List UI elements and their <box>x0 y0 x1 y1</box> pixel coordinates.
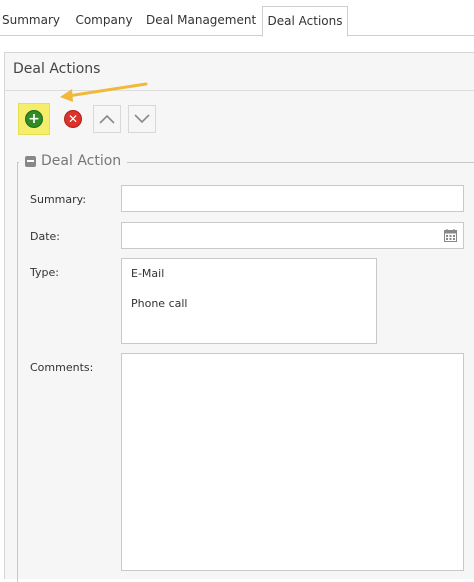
comments-textarea[interactable] <box>121 353 464 571</box>
deal-actions-panel: Deal Actions + ✕ Deal Action Summary: Da… <box>4 52 474 582</box>
type-option-phone-call[interactable]: Phone call <box>131 297 367 327</box>
chevron-up-icon <box>99 114 115 124</box>
collapse-icon[interactable] <box>25 155 36 167</box>
delete-button[interactable]: ✕ <box>59 105 87 133</box>
x-circle-icon: ✕ <box>64 110 82 128</box>
legend-label: Deal Action <box>41 153 122 169</box>
summary-input[interactable] <box>121 185 464 212</box>
comments-label: Comments: <box>30 361 94 374</box>
chevron-down-icon <box>134 114 150 124</box>
tab-summary[interactable]: Summary <box>0 6 62 36</box>
date-input[interactable] <box>121 222 464 249</box>
type-option-email[interactable]: E-Mail <box>131 267 367 297</box>
move-up-button[interactable] <box>93 105 121 133</box>
move-down-button[interactable] <box>128 105 156 133</box>
panel-title: Deal Actions <box>13 61 101 77</box>
type-label: Type: <box>30 266 59 279</box>
plus-circle-icon: + <box>25 110 43 128</box>
summary-label: Summary: <box>30 193 87 206</box>
date-label: Date: <box>30 230 60 243</box>
calendar-icon[interactable] <box>444 229 457 242</box>
annotation-arrow-icon <box>60 82 148 102</box>
tab-bar: Summary Company Deal Management Deal Act… <box>0 0 474 37</box>
fieldset-legend[interactable]: Deal Action <box>19 153 128 169</box>
tab-deal-management[interactable]: Deal Management <box>146 6 256 36</box>
type-listbox[interactable]: E-Mail Phone call <box>121 258 377 344</box>
tab-company[interactable]: Company <box>72 6 136 36</box>
tab-deal-actions[interactable]: Deal Actions <box>262 6 348 37</box>
add-button[interactable]: + <box>18 103 50 135</box>
